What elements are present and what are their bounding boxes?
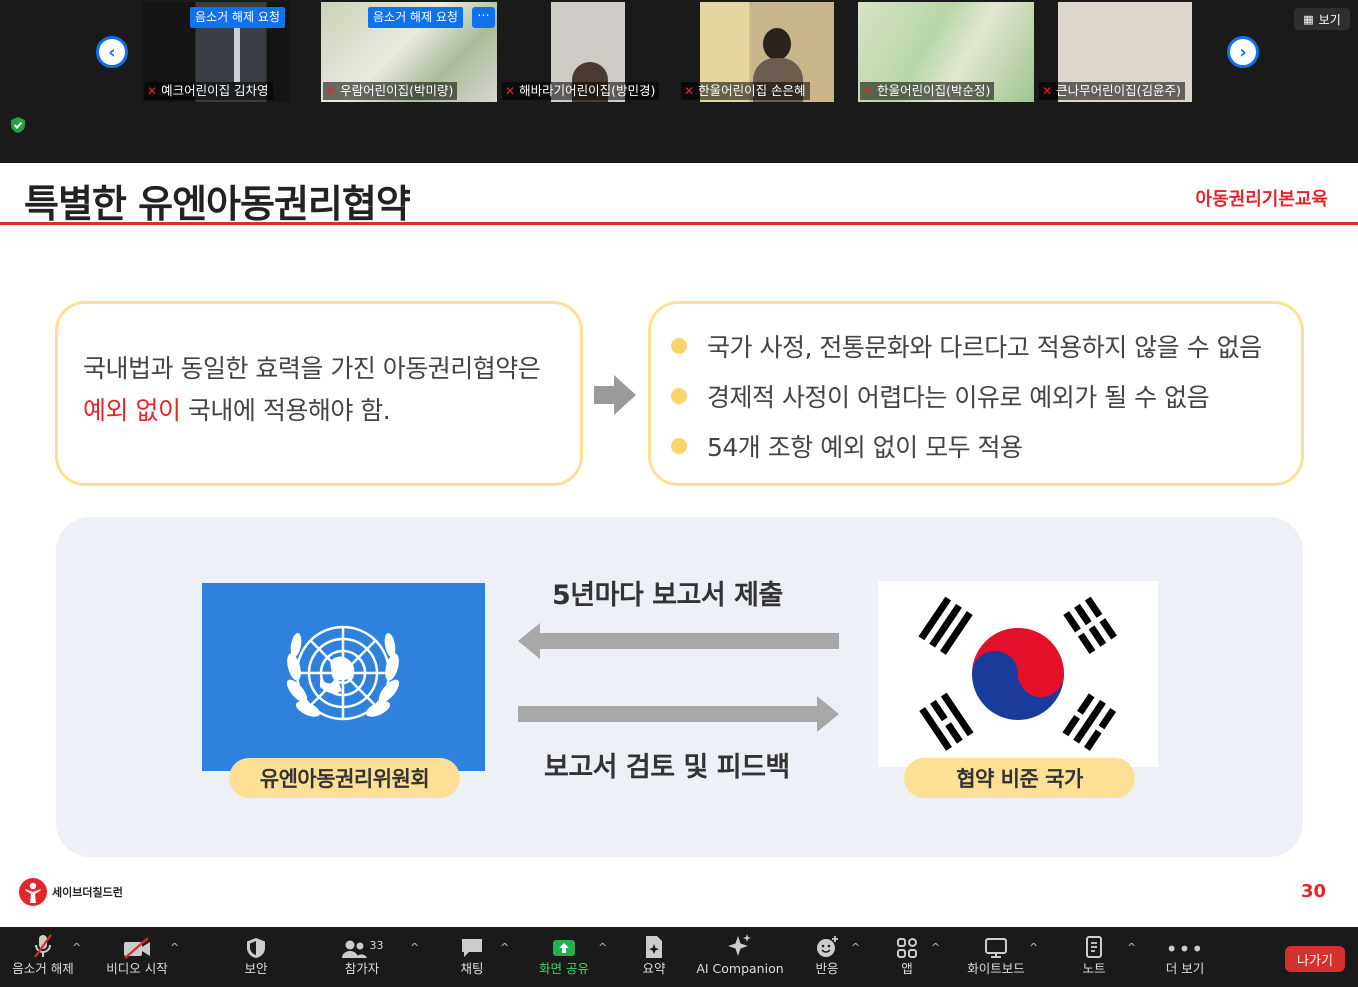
- whiteboard-options-caret[interactable]: ^: [1029, 941, 1038, 954]
- chat-options-caret[interactable]: ^: [500, 941, 509, 954]
- video-gallery-strip: ‹ 음소거 해제 요청 ··· ✕예크어린이집 김차영 음소거 해제 요청 ··…: [0, 0, 1358, 163]
- start-video-button[interactable]: 비디오 시작: [100, 927, 174, 987]
- summary-button[interactable]: 요약: [634, 927, 674, 987]
- grid-icon: ▦: [1303, 12, 1314, 26]
- unmute-button[interactable]: 음소거 해제: [8, 927, 78, 987]
- participant-name-tag: ✕ 한울어린이집(박순정): [860, 82, 995, 100]
- muted-mic-icon: ✕: [863, 84, 874, 98]
- arrow-left-icon: [518, 623, 839, 659]
- ai-companion-button[interactable]: AI Companion: [696, 927, 784, 987]
- bullet-item: 경제적 사정이 어렵다는 이유로 예외가 될 수 없음: [671, 378, 1210, 414]
- meeting-controls-toolbar: 음소거 해제 ^ 비디오 시작 ^ 보안 33 참가자 ^ 채팅 ^ 화면 공유…: [0, 927, 1358, 987]
- muted-mic-icon: ✕: [1042, 84, 1053, 98]
- bullet-item: 54개 조항 예외 없이 모두 적용: [671, 428, 1023, 464]
- zoom-meeting-window: ‹ 음소거 해제 요청 ··· ✕예크어린이집 김차영 음소거 해제 요청 ··…: [0, 0, 1358, 987]
- save-the-children-logo: 세이브더칠드런: [18, 877, 123, 907]
- un-flag-image: [202, 583, 485, 771]
- participant-tile[interactable]: 음소거 해제 요청 ··· ✕예크어린이집 김차영: [142, 2, 290, 102]
- un-emblem-icon: [286, 625, 400, 721]
- participant-name-tag: ✕ 해바라기어린이집(방민경): [502, 82, 660, 100]
- tile-more-button[interactable]: ···: [472, 7, 495, 28]
- more-button[interactable]: ••• 더 보기: [1160, 927, 1210, 987]
- bullet-box: 국가 사정, 전통문화와 다르다고 적용하지 않을 수 없음 경제적 사정이 어…: [648, 301, 1304, 486]
- arrow-right-icon: [518, 696, 839, 732]
- reporting-flow-panel: 유엔아동권리위원회 5년마다 보고서 제출 보고서 검토 및 피드백 협약 비준…: [56, 517, 1303, 857]
- muted-mic-icon: ✕: [147, 84, 158, 98]
- view-menu-button[interactable]: ▦ 보기: [1294, 8, 1350, 30]
- muted-mic-icon: ✕: [684, 84, 695, 98]
- un-committee-label: 유엔아동권리위원회: [229, 758, 460, 798]
- reaction-icon: [817, 936, 838, 957]
- slide-subtitle: 아동권리기본교육: [1195, 189, 1328, 210]
- share-screen-icon: [553, 940, 575, 956]
- whiteboard-icon: [985, 938, 1007, 958]
- arrow-right-icon: [594, 375, 636, 415]
- participant-tile[interactable]: ✕ 한울어린이집 손은혜: [679, 2, 855, 102]
- audio-options-caret[interactable]: ^: [72, 941, 81, 954]
- gallery-prev-button[interactable]: ‹: [96, 36, 128, 68]
- video-options-caret[interactable]: ^: [170, 941, 179, 954]
- slide-title: 특별한 유엔아동권리협약: [24, 182, 411, 226]
- title-divider: [0, 222, 1358, 225]
- participant-tile[interactable]: ✕ 한울어린이집(박순정): [858, 2, 1034, 102]
- unmute-request-badge[interactable]: 음소거 해제 요청: [190, 7, 285, 28]
- reactions-options-caret[interactable]: ^: [851, 941, 860, 954]
- participants-options-caret[interactable]: ^: [410, 941, 419, 954]
- apps-icon: [897, 938, 917, 958]
- ratifying-state-label: 협약 비준 국가: [904, 758, 1135, 798]
- save-the-children-icon: [19, 878, 47, 906]
- notes-options-caret[interactable]: ^: [1127, 941, 1136, 954]
- bullet-dot-icon: [671, 388, 687, 404]
- participant-name-tag: ✕ 한울어린이집 손은혜: [681, 82, 810, 100]
- participant-tile[interactable]: 음소거 해제 요청 ··· ✕ 우람어린이집(박미량): [321, 2, 497, 102]
- whiteboard-button[interactable]: 화이트보드: [962, 927, 1030, 987]
- shield-icon: [247, 938, 265, 958]
- participant-name-tag: ✕ 큰나무어린이집(김윤주): [1039, 82, 1185, 100]
- reactions-button[interactable]: 반응: [808, 927, 846, 987]
- gallery-next-button[interactable]: ›: [1227, 36, 1259, 68]
- leave-meeting-button[interactable]: 나가기: [1285, 946, 1345, 972]
- summary-icon: [646, 936, 662, 958]
- bullet-item: 국가 사정, 전통문화와 다르다고 적용하지 않을 수 없음: [671, 328, 1262, 364]
- notes-button[interactable]: 노트: [1074, 927, 1114, 987]
- apps-options-caret[interactable]: ^: [931, 941, 940, 954]
- video-off-icon: [124, 937, 150, 959]
- statement-box: 국내법과 동일한 효력을 가진 아동권리협약은 예외 없이 국내에 적용해야 함…: [55, 301, 583, 486]
- encryption-shield-icon[interactable]: [10, 116, 26, 134]
- unmute-request-badge[interactable]: 음소거 해제 요청: [368, 7, 463, 28]
- chevron-right-icon: ›: [1239, 41, 1247, 63]
- participant-name-tag: ✕ 우람어린이집(박미량): [323, 82, 458, 100]
- statement-line-2: 예외 없이 국내에 적용해야 함.: [83, 396, 391, 425]
- taegukgi-icon: [918, 596, 1117, 751]
- ai-companion-icon: [728, 934, 751, 956]
- chevron-left-icon: ‹: [108, 41, 116, 63]
- bullet-dot-icon: [671, 438, 687, 454]
- more-icon: •••: [1165, 937, 1205, 961]
- participant-tile[interactable]: ✕ 큰나무어린이집(김윤주): [1037, 2, 1213, 102]
- flow-label-review: 보고서 검토 및 피드백: [544, 752, 790, 783]
- microphone-muted-icon: [34, 934, 52, 958]
- flow-label-submit: 5년마다 보고서 제출: [552, 580, 783, 611]
- participants-icon: [341, 940, 367, 958]
- participants-button[interactable]: 33 참가자: [334, 927, 390, 987]
- share-options-caret[interactable]: ^: [598, 941, 607, 954]
- notes-icon: [1086, 936, 1102, 958]
- share-screen-button[interactable]: 화면 공유: [533, 927, 595, 987]
- slide-page-number: 30: [1300, 881, 1326, 902]
- muted-mic-icon: ✕: [505, 84, 516, 98]
- emphasis-text: 예외 없이: [83, 396, 181, 425]
- korea-flag-image: [878, 581, 1158, 767]
- participant-tile[interactable]: ✕ 해바라기어린이집(방민경): [500, 2, 676, 102]
- statement-line-1: 국내법과 동일한 효력을 가진 아동권리협약은: [83, 354, 541, 383]
- chat-icon: [462, 939, 482, 957]
- muted-mic-icon: ✕: [326, 84, 337, 98]
- shared-screen-slide: 특별한 유엔아동권리협약 아동권리기본교육 국내법과 동일한 효력을 가진 아동…: [0, 163, 1358, 927]
- participant-name-tag: ✕ 예크어린이집 김차영: [144, 82, 273, 100]
- bullet-dot-icon: [671, 338, 687, 354]
- apps-button[interactable]: 앱: [888, 927, 926, 987]
- chat-button[interactable]: 채팅: [450, 927, 494, 987]
- participant-count: 33: [369, 939, 384, 952]
- security-button[interactable]: 보안: [232, 927, 280, 987]
